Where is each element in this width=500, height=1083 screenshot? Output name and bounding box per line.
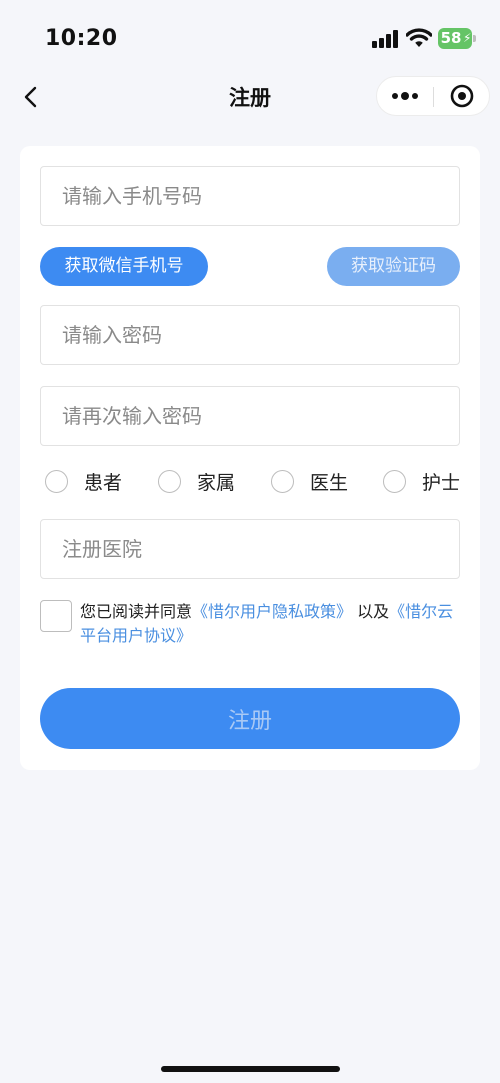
privacy-policy-link[interactable]: 《惜尔用户隐私政策》 [192, 602, 352, 621]
phone-input[interactable] [41, 167, 459, 225]
chevron-left-icon [24, 86, 37, 108]
battery-icon: 58 ⚡ [438, 28, 476, 49]
role-label: 家属 [197, 472, 236, 494]
password-input[interactable] [41, 306, 459, 364]
radio-circle-icon[interactable] [158, 470, 181, 493]
radio-circle-icon[interactable] [271, 470, 294, 493]
signal-icon [372, 30, 400, 48]
register-submit-button[interactable]: 注册 [40, 688, 460, 749]
get-verification-code-button[interactable]: 获取验证码 [327, 247, 460, 286]
charging-bolt-icon: ⚡ [463, 31, 472, 45]
agreement-middle: 以及 [352, 602, 390, 621]
nav-bar: 注册 [0, 74, 500, 120]
close-mini-program-button[interactable] [435, 77, 489, 115]
register-screen: 10:20 58 ⚡ 注册 请输入手机号码 获取微信手机号 获取验证码 患者 家… [0, 0, 500, 1083]
agreement-row: 您已阅读并同意《惜尔用户隐私政策》 以及《惜尔云平台用户协议》 [40, 600, 460, 650]
target-circle-icon [450, 84, 474, 108]
role-label: 医生 [310, 472, 349, 494]
more-dots-icon [392, 92, 418, 100]
battery-level: 58 [440, 29, 462, 47]
role-label: 护士 [422, 472, 461, 494]
confirm-password-input[interactable] [41, 387, 459, 445]
role-label: 患者 [84, 472, 123, 494]
hospital-input[interactable] [41, 520, 459, 578]
more-button[interactable] [377, 77, 433, 115]
phone-input-box [40, 166, 460, 226]
back-button[interactable] [16, 80, 50, 114]
password-input-box [40, 305, 460, 365]
hospital-input-box [40, 519, 460, 579]
status-bar: 10:20 58 ⚡ [0, 0, 500, 74]
agreement-text: 您已阅读并同意《惜尔用户隐私政策》 以及《惜尔云平台用户协议》 [80, 600, 460, 648]
radio-circle-icon[interactable] [45, 470, 68, 493]
wifi-icon [405, 28, 433, 48]
home-indicator [161, 1066, 340, 1072]
status-time: 10:20 [45, 26, 118, 51]
confirm-password-input-box [40, 386, 460, 446]
capsule-divider [433, 87, 434, 107]
register-form-card: 获取微信手机号 获取验证码 患者 家属 医生 护士 [20, 146, 480, 770]
role-radio-group: 患者 家属 医生 护士 [20, 464, 480, 500]
mini-program-capsule [376, 76, 490, 116]
agreement-prefix: 您已阅读并同意 [80, 602, 193, 621]
get-wechat-phone-button[interactable]: 获取微信手机号 [40, 247, 208, 286]
radio-circle-icon[interactable] [383, 470, 406, 493]
agreement-checkbox[interactable] [40, 600, 72, 632]
